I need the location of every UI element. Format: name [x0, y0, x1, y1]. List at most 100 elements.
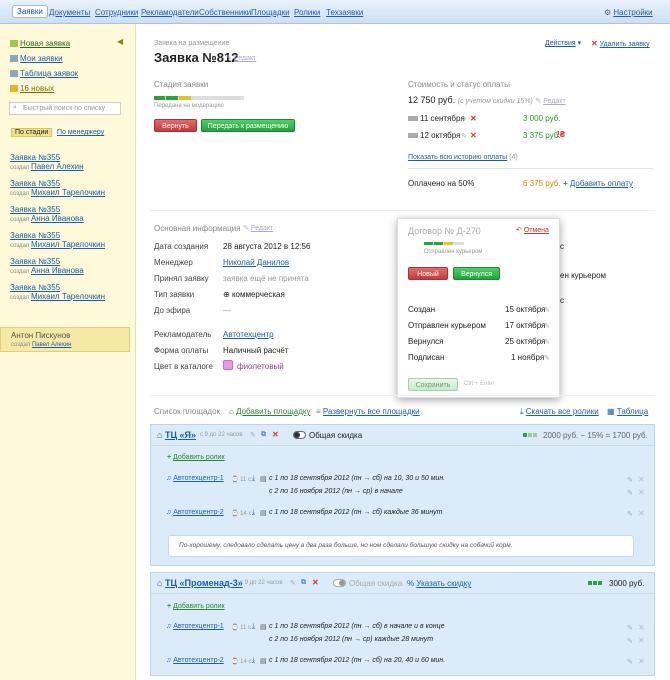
discount-toggle[interactable] — [333, 579, 346, 587]
close-icon[interactable]: ✕ — [272, 430, 279, 439]
close-icon[interactable]: ✕ — [312, 578, 319, 587]
pencil-icon[interactable]: ✎ — [627, 637, 633, 645]
table-label[interactable]: Таблица — [617, 407, 648, 416]
discount-toggle[interactable] — [293, 431, 306, 439]
clip-link[interactable]: Автотехцентр-1 — [173, 623, 223, 630]
pencil-icon[interactable]: ✎ — [290, 579, 296, 587]
pencil-icon[interactable]: ✎ — [461, 132, 467, 140]
calendar-icon[interactable]: ▤ — [260, 623, 267, 631]
table-view[interactable]: ▦ Таблица — [607, 407, 648, 416]
set-discount[interactable]: % Указать скидку — [407, 579, 471, 588]
download-icon[interactable]: ⤓ — [252, 657, 255, 665]
author-link[interactable]: Михаил Тарелочкин — [31, 292, 105, 301]
copy-icon[interactable]: ⧉ — [301, 579, 306, 587]
tab-advertisers[interactable]: Рекламодатели — [141, 8, 199, 17]
request-link[interactable]: Заявка №355 — [10, 205, 60, 214]
cancel-label[interactable]: Отмена — [524, 227, 549, 234]
tab-employees[interactable]: Сотрудники — [95, 8, 138, 17]
close-icon[interactable]: ✕ — [638, 623, 645, 632]
tab-places[interactable]: Площадки — [251, 8, 290, 17]
author-link[interactable]: Павел Алехин — [32, 342, 71, 348]
close-icon[interactable]: ✕ — [638, 657, 645, 666]
new-count-link[interactable]: 16 новых — [20, 84, 54, 93]
clip-name[interactable]: ♫ Автотехцентр-1 — [166, 623, 224, 630]
clip-name[interactable]: ♫ Автотехцентр-2 — [166, 509, 224, 516]
add-clip[interactable]: + Добавить ролик — [167, 603, 225, 610]
close-icon[interactable]: ✕ — [638, 509, 645, 518]
list-item[interactable]: Заявка №355 создал Михаил Тарелочкин — [10, 231, 105, 249]
pencil-icon[interactable]: ✎ — [627, 510, 633, 518]
tab-requests[interactable]: Заявки — [12, 5, 48, 18]
sort-by-manager[interactable]: По менеджеру — [57, 129, 104, 136]
pencil-icon[interactable]: ✎ — [544, 354, 550, 362]
request-link[interactable]: Заявка №355 — [10, 179, 60, 188]
my-requests-link[interactable]: Мои заявки — [20, 54, 63, 63]
clip-link[interactable]: Автотехцентр-2 — [173, 657, 223, 664]
list-item[interactable]: Заявка №355 создал Павел Алехин — [10, 153, 84, 171]
author-link[interactable]: Павел Алехин — [31, 162, 84, 171]
place-link[interactable]: ТЦ «Я» — [165, 430, 196, 440]
tab-tech-requests[interactable]: Техзаявки — [326, 8, 363, 17]
author-link[interactable]: Анна Иванова — [31, 214, 84, 223]
close-icon[interactable]: ✕ — [638, 475, 645, 484]
advertiser-link[interactable]: Автотехцентр — [223, 330, 274, 339]
delete-request[interactable]: ✕ Удалить заявку — [591, 39, 650, 48]
pencil-icon[interactable]: ✎ — [250, 431, 256, 439]
sidebar-new-request[interactable]: Новая заявка — [10, 39, 70, 48]
list-item[interactable]: Заявка №355 создал Анна Иванова — [10, 205, 84, 223]
sidebar-requests-table[interactable]: Таблица заявок — [10, 69, 78, 78]
place-name[interactable]: ⌂ ТЦ «Я» — [157, 430, 196, 440]
list-item[interactable]: Заявка №355 создал Михаил Тарелочкин — [10, 283, 105, 301]
author-link[interactable]: Анна Иванова — [31, 266, 84, 275]
clip-link[interactable]: Автотехцентр-2 — [173, 509, 223, 516]
request-link[interactable]: Заявка №355 — [10, 153, 60, 162]
download-label[interactable]: Скачать все ролики — [526, 407, 599, 416]
calendar-icon[interactable]: ▤ — [260, 657, 267, 665]
sidebar-my-requests[interactable]: Мои заявки — [10, 54, 63, 63]
download-clips[interactable]: ⤓ Скачать все ролики — [520, 407, 599, 417]
request-link[interactable]: Заявка №355 — [10, 283, 60, 292]
new-button[interactable]: Новый — [408, 267, 448, 280]
requests-table-link[interactable]: Таблица заявок — [20, 69, 78, 78]
settings-link[interactable]: ⚙ Настройки — [604, 8, 653, 17]
close-icon[interactable]: ✕ — [638, 636, 645, 645]
request-link[interactable]: Заявка №355 — [10, 257, 60, 266]
collapse-arrow-icon[interactable]: ◀ — [117, 37, 123, 46]
expand-places[interactable]: ≡ Развернуть все площадки — [316, 407, 420, 416]
sidebar-new-count[interactable]: 16 новых — [10, 84, 54, 93]
actions-menu[interactable]: Действия ▾ — [545, 39, 581, 47]
expand-label[interactable]: Развернуть все площадки — [323, 407, 420, 416]
calendar-icon[interactable]: ▤ — [260, 475, 267, 483]
download-icon[interactable]: ⤓ — [252, 475, 255, 483]
save-button[interactable]: Сохранить — [408, 378, 458, 391]
list-item[interactable]: Заявка №355 создал Анна Иванова — [10, 257, 84, 275]
pencil-icon[interactable]: ✎ — [544, 322, 550, 330]
edit-label[interactable]: Редакт — [543, 98, 565, 105]
clip-name[interactable]: ♫ Автотехцентр-1 — [166, 475, 224, 482]
selected-list-item[interactable]: Антон Пискунов создал Павел Алехин — [0, 327, 130, 352]
return-button[interactable]: Вернуть — [154, 119, 197, 132]
calendar-icon[interactable]: ▤ — [260, 509, 267, 517]
pencil-icon[interactable]: ✎ — [627, 476, 633, 484]
forward-button[interactable]: Передать к размещению — [201, 119, 295, 132]
pencil-icon[interactable]: ✎ — [627, 658, 633, 666]
request-link[interactable]: Заявка №355 — [10, 231, 60, 240]
add-clip-label[interactable]: Добавить ролик — [173, 454, 225, 461]
download-icon[interactable]: ⤓ — [252, 623, 255, 631]
tab-owners[interactable]: Собственники — [199, 8, 251, 17]
add-payment-label[interactable]: Добавить оплату — [570, 179, 633, 188]
clip-link[interactable]: Автотехцентр-1 — [173, 475, 223, 482]
close-icon[interactable]: ✕ — [470, 131, 477, 140]
close-icon[interactable]: ✕ — [638, 488, 645, 497]
add-clip-label[interactable]: Добавить ролик — [173, 603, 225, 610]
cancel-link[interactable]: ↶ Отмена — [516, 226, 549, 234]
tab-clips[interactable]: Ролики — [294, 8, 320, 17]
add-clip[interactable]: + Добавить ролик — [167, 454, 225, 461]
actions-label[interactable]: Действия — [545, 40, 576, 47]
comment-bubble[interactable]: По-хорошему, следовало сделать цену в дв… — [168, 535, 634, 557]
add-place[interactable]: ⌂ Добавить площадку — [229, 407, 310, 416]
tab-documents[interactable]: Документы — [49, 8, 90, 17]
edit-info[interactable]: ✎ Редакт — [243, 224, 273, 232]
sort-by-stage[interactable]: По стадии — [11, 128, 53, 137]
delete-label[interactable]: Удалить заявку — [600, 41, 650, 48]
